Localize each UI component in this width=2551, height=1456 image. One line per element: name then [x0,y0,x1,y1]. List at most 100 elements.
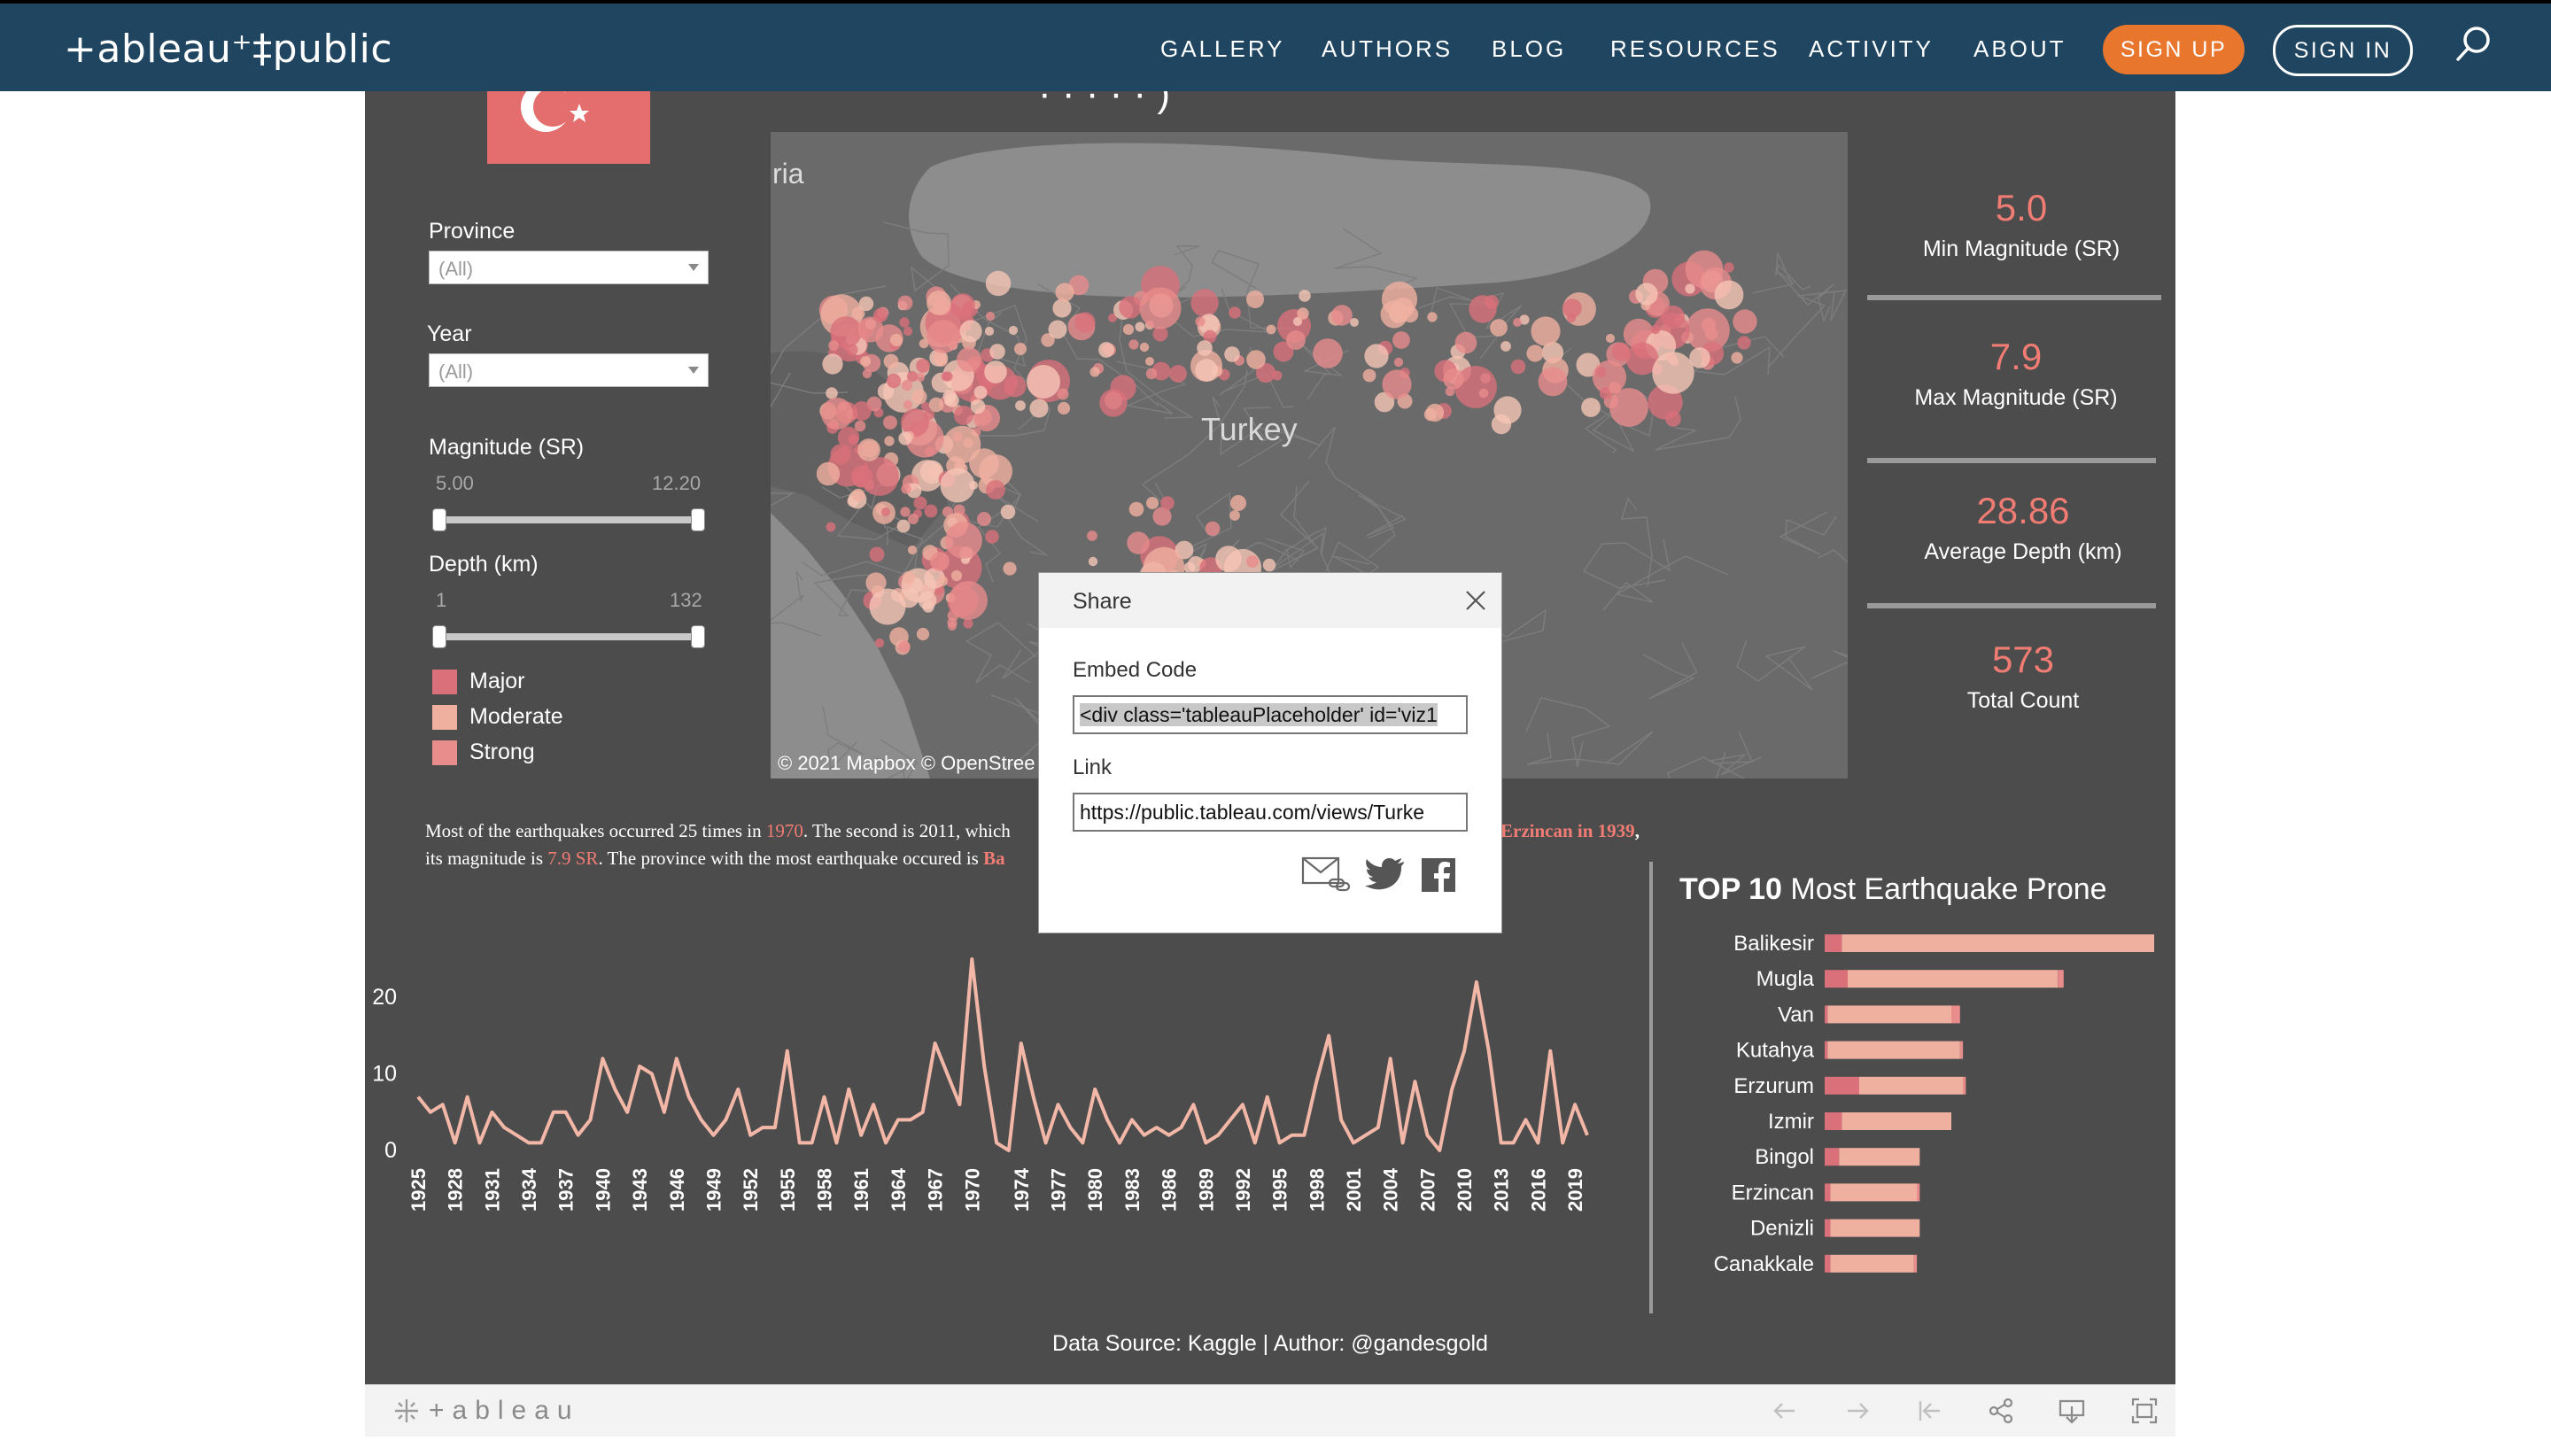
magnitude-max-handle[interactable] [691,508,705,531]
depth-slider-track[interactable] [439,633,705,640]
earthquake-bubble[interactable] [957,347,981,372]
undo-arrow-icon[interactable] [1770,1396,1800,1426]
email-link-icon[interactable] [1301,855,1351,894]
earthquake-bubble[interactable] [881,507,890,516]
earthquake-bubble[interactable] [858,296,874,312]
earthquake-bubble[interactable] [1665,411,1681,427]
earthquake-bubble[interactable] [985,530,999,544]
earthquake-bubble[interactable] [984,360,1007,383]
bar-segment[interactable] [1830,1254,1914,1273]
earthquake-bubble[interactable] [1135,321,1145,332]
earthquake-bubble[interactable] [1089,367,1100,377]
nav-blog-link[interactable]: BLOG [1492,35,1566,63]
earthquake-bubble[interactable] [1594,366,1607,378]
bar-segment[interactable] [1959,1041,1964,1059]
earthquake-bubble[interactable] [937,576,948,586]
earthquake-bubble[interactable] [1195,359,1218,382]
earthquake-bubble[interactable] [865,572,887,593]
bar-segment[interactable] [1842,934,2155,952]
bar-segment[interactable] [1825,934,1842,952]
bar-segment[interactable] [1917,1183,1920,1202]
earthquake-bubble[interactable] [1197,340,1213,356]
earthquake-bubble[interactable] [911,389,927,405]
earthquake-bubble[interactable] [874,638,885,648]
earthquake-bubble[interactable] [851,488,865,502]
earthquake-bubble[interactable] [837,426,860,449]
earthquake-bubble[interactable] [1500,341,1511,352]
earthquake-bubble[interactable] [1014,343,1027,355]
earthquake-bubble[interactable] [860,356,871,367]
earthquake-bubble[interactable] [927,320,960,353]
earthquake-bubble[interactable] [1055,283,1074,302]
earthquake-bubble[interactable] [1313,338,1343,368]
earthquake-bubble[interactable] [846,344,858,356]
bar-segment[interactable] [1825,1219,1831,1237]
earthquake-bubble[interactable] [916,359,930,373]
yearly-count-line-chart[interactable]: 0 10 20 1925 1928 1931 1934 1937 1940 1943 1946 194… [365,941,1640,1331]
earthquake-bubble[interactable] [1128,501,1144,517]
earthquake-bubble[interactable] [906,370,919,383]
earthquake-bubble[interactable] [869,588,906,625]
earthquake-bubble[interactable] [950,293,975,318]
earthquake-bubble[interactable] [1098,342,1114,358]
earthquake-bubble[interactable] [1485,295,1499,309]
earthquake-bubble[interactable] [1425,403,1445,422]
embed-code-field[interactable]: <div class='tableauPlaceholder' id='viz1 [1073,695,1468,734]
earthquake-bubble[interactable] [941,371,951,382]
bar-segment[interactable] [1825,1005,1828,1024]
depth-max-handle[interactable] [691,625,705,648]
earthquake-bubble[interactable] [1724,262,1734,273]
earthquake-bubble[interactable] [1266,324,1276,335]
earthquake-bubble[interactable] [1393,357,1404,368]
nav-gallery-link[interactable]: GALLERY [1160,35,1284,63]
earthquake-bubble[interactable] [1566,313,1577,323]
earthquake-bubble[interactable] [1652,352,1694,394]
earthquake-bubble[interactable] [1119,296,1142,319]
earthquake-bubble[interactable] [1531,316,1561,346]
earthquake-bubble[interactable] [1704,327,1718,341]
earthquake-bubble[interactable] [1246,555,1259,568]
earthquake-bubble[interactable] [984,326,995,337]
magnitude-min-handle[interactable] [432,508,446,531]
bar-segment[interactable] [1825,1148,1840,1166]
earthquake-bubble[interactable] [1350,318,1359,327]
earthquake-bubble[interactable] [896,519,911,533]
sign-in-button[interactable]: SIGN IN [2273,25,2413,76]
earthquake-bubble[interactable] [977,512,991,526]
earthquake-bubble[interactable] [1427,312,1438,322]
earthquake-bubble[interactable] [1362,368,1376,383]
bar-segment[interactable] [1825,970,1848,988]
earthquake-bubble[interactable] [1380,300,1408,329]
bar-segment[interactable] [1842,1112,1952,1130]
earthquake-bubble[interactable] [1650,324,1661,335]
twitter-icon[interactable] [1363,855,1407,894]
nav-activity-link[interactable]: ACTIVITY [1809,35,1934,63]
earthquake-bubble[interactable] [1015,400,1026,411]
earthquake-bubble[interactable] [1581,398,1601,417]
earthquake-bubble[interactable] [1139,287,1182,329]
earthquake-bubble[interactable] [1145,357,1154,366]
bar-segment[interactable] [1830,1183,1918,1202]
bar-segment[interactable] [1848,970,2059,988]
earthquake-bubble[interactable] [930,552,950,571]
bar-segment[interactable] [1825,1041,1828,1059]
earthquake-bubble[interactable] [1685,283,1695,294]
earthquake-bubble[interactable] [1004,375,1027,398]
earthquake-bubble[interactable] [899,317,910,328]
earthquake-bubble[interactable] [1003,561,1017,576]
earthquake-bubble[interactable] [973,385,988,399]
bar-segment[interactable] [1825,1076,1859,1095]
earthquake-bubble[interactable] [1382,369,1412,399]
depth-min-handle[interactable] [432,625,446,648]
earthquake-bubble[interactable] [1057,388,1069,400]
earthquake-bubble[interactable] [1205,521,1221,537]
earthquake-bubble[interactable] [1478,388,1489,399]
close-icon[interactable] [1464,589,1487,612]
earthquake-bubble[interactable] [908,514,919,524]
redo-arrow-icon[interactable] [1842,1396,1873,1426]
tableau-toolbar-logo[interactable]: +ableau [392,1396,580,1426]
earthquake-bubble[interactable] [857,438,880,461]
earthquake-bubble[interactable] [1286,330,1306,350]
earthquake-bubble[interactable] [900,507,911,517]
bar-segment[interactable] [1913,1254,1918,1273]
